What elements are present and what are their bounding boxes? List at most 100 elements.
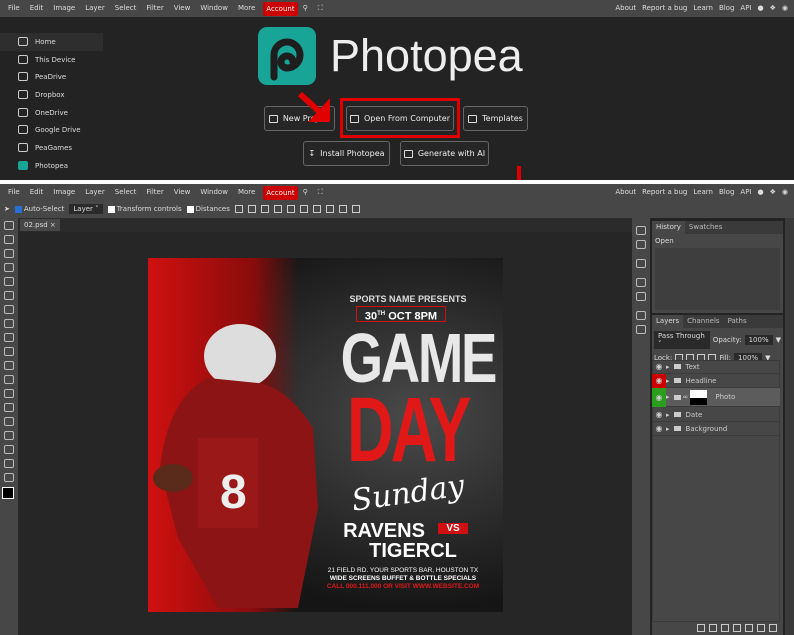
brush-settings-icon[interactable] <box>636 259 646 268</box>
expand-icon[interactable]: ▸ <box>666 425 670 433</box>
align-left-icon[interactable] <box>247 205 256 213</box>
account-button[interactable]: Account <box>263 185 298 200</box>
menu-select[interactable]: Select <box>110 0 142 17</box>
api-link[interactable]: API <box>740 184 751 201</box>
healing-tool-icon[interactable] <box>4 305 14 314</box>
search-icon[interactable]: ⚲ <box>298 0 313 17</box>
align-top-icon[interactable] <box>299 205 308 213</box>
tab-history[interactable]: History <box>652 221 685 234</box>
sidebar-item-dropbox[interactable]: Dropbox <box>0 86 103 103</box>
move-tool-icon[interactable] <box>4 221 14 230</box>
eraser-tool-icon[interactable] <box>4 347 14 356</box>
doc-tab[interactable]: 02.psd × <box>20 219 60 231</box>
menu-layer[interactable]: Layer <box>80 0 110 17</box>
facebook-icon[interactable]: ◉ <box>782 0 788 17</box>
menu-filter[interactable]: Filter <box>141 0 168 17</box>
menu-file[interactable]: File <box>3 184 25 201</box>
expand-icon[interactable]: ▸ <box>666 411 670 419</box>
new-layer-icon[interactable] <box>757 624 765 632</box>
blog-link[interactable]: Blog <box>719 184 734 201</box>
twitter-icon[interactable]: ❖ <box>770 0 776 17</box>
expand-icon[interactable]: ▸ <box>666 363 670 371</box>
report-bug-link[interactable]: Report a bug <box>642 184 687 201</box>
layer-row-photo[interactable]: ◉ ▸ ∞ Photo <box>652 387 780 407</box>
brush-tool-icon[interactable] <box>4 319 14 328</box>
mask-icon[interactable] <box>721 624 729 632</box>
facebook-icon[interactable]: ◉ <box>782 184 788 201</box>
layer-row-background[interactable]: ◉ ▸ Background <box>652 422 780 436</box>
sidebar-item-peadrive[interactable]: PeaDrive <box>0 68 103 85</box>
menu-view[interactable]: View <box>169 0 196 17</box>
character-icon[interactable] <box>636 278 646 287</box>
eye-icon[interactable]: ◉ <box>652 408 666 422</box>
link-icon[interactable] <box>697 624 705 632</box>
menu-window[interactable]: Window <box>195 184 233 201</box>
grid-icon[interactable] <box>351 205 360 213</box>
eye-icon[interactable]: ◉ <box>652 373 666 388</box>
blur-tool-icon[interactable] <box>4 375 14 384</box>
image-icon[interactable] <box>636 325 646 334</box>
menu-layer[interactable]: Layer <box>80 184 110 201</box>
expand-icon[interactable]: ▸ <box>666 377 670 385</box>
learn-link[interactable]: Learn <box>693 0 713 17</box>
layer-row-text[interactable]: ◉ ▸ Text <box>652 360 780 374</box>
expand-icon[interactable]: ▸ <box>666 393 670 401</box>
twitter-icon[interactable]: ❖ <box>770 184 776 201</box>
eye-icon[interactable]: ◉ <box>652 387 666 407</box>
shape-tool-icon[interactable] <box>4 445 14 454</box>
opacity-input[interactable]: 100% <box>744 335 773 345</box>
pen-tool-icon[interactable] <box>4 417 14 426</box>
fullscreen-icon[interactable]: ⛶ <box>313 184 328 201</box>
stamp-tool-icon[interactable] <box>4 333 14 342</box>
menu-select[interactable]: Select <box>110 184 142 201</box>
color-swatch[interactable] <box>2 487 14 499</box>
blog-link[interactable]: Blog <box>719 0 734 17</box>
distribute-icon[interactable] <box>286 205 295 213</box>
distances-checkbox[interactable]: Distances <box>186 205 230 213</box>
templates-button[interactable]: Templates <box>463 106 528 131</box>
tab-swatches[interactable]: Swatches <box>685 221 726 234</box>
eye-icon[interactable]: ◉ <box>652 422 666 436</box>
align-center-icon[interactable] <box>260 205 269 213</box>
align-right-icon[interactable] <box>273 205 282 213</box>
history-item[interactable]: Open <box>652 234 783 248</box>
account-button[interactable]: Account <box>263 1 298 16</box>
opacity-dropdown-icon[interactable]: ▼ <box>776 336 781 344</box>
properties-icon[interactable] <box>636 240 646 249</box>
transform-controls-checkbox[interactable]: Transform controls <box>107 205 182 213</box>
tab-paths[interactable]: Paths <box>724 315 751 328</box>
install-photopea-button[interactable]: ↧ Install Photopea <box>303 141 390 166</box>
sidebar-item-home[interactable]: Home <box>0 33 103 50</box>
crop-tool-icon[interactable] <box>4 277 14 286</box>
info-icon[interactable] <box>636 226 646 235</box>
css-icon[interactable] <box>636 311 646 320</box>
paragraph-icon[interactable] <box>636 292 646 301</box>
sidebar-item-peagames[interactable]: PeaGames <box>0 139 103 156</box>
layer-row-date[interactable]: ◉ ▸ Date <box>652 408 780 422</box>
menu-more[interactable]: More <box>233 0 260 17</box>
move-tool-icon[interactable]: ➤ <box>4 205 10 213</box>
menu-image[interactable]: Image <box>48 0 80 17</box>
dodge-tool-icon[interactable] <box>4 389 14 398</box>
tab-layers[interactable]: Layers <box>652 315 684 328</box>
menu-edit[interactable]: Edit <box>25 184 49 201</box>
search-icon[interactable]: ⚲ <box>298 184 313 201</box>
menu-window[interactable]: Window <box>195 0 233 17</box>
sidebar-item-photopea[interactable]: Photopea <box>0 157 103 174</box>
close-icon[interactable]: × <box>50 221 56 229</box>
menu-edit[interactable]: Edit <box>25 0 49 17</box>
menu-filter[interactable]: Filter <box>141 184 168 201</box>
about-link[interactable]: About <box>615 0 636 17</box>
adjustment-icon[interactable] <box>733 624 741 632</box>
lasso-tool-icon[interactable] <box>4 249 14 258</box>
right-scrollbar[interactable] <box>785 218 794 635</box>
download-icon[interactable] <box>234 205 243 213</box>
fx-icon[interactable] <box>709 624 717 632</box>
folder-icon[interactable] <box>745 624 753 632</box>
gradient-tool-icon[interactable] <box>4 361 14 370</box>
reddit-icon[interactable]: ● <box>758 0 764 17</box>
sidebar-item-this-device[interactable]: This Device <box>0 51 103 68</box>
distribute-h-icon[interactable] <box>338 205 347 213</box>
reddit-icon[interactable]: ● <box>758 184 764 201</box>
fullscreen-icon[interactable]: ⛶ <box>313 0 328 17</box>
